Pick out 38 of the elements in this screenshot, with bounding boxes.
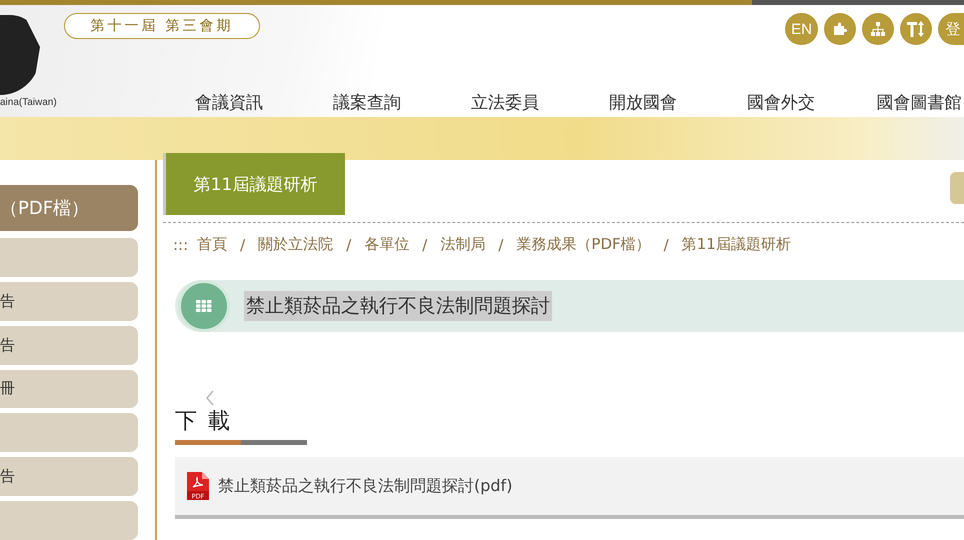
sidebar-item[interactable] <box>0 413 138 452</box>
sidebar-item[interactable]: 冊 <box>0 370 138 408</box>
sidebar-item[interactable]: 告 <box>0 326 138 365</box>
sidebar-item[interactable]: 告 <box>0 282 138 321</box>
download-heading: 下 載 <box>175 408 233 436</box>
session-badge: 第十一屆 第三會期 <box>64 13 260 39</box>
grid-icon <box>178 280 230 332</box>
download-link[interactable]: 禁止類菸品之執行不良法制問題探討(pdf) <box>218 476 512 496</box>
nav-link[interactable]: 議案查詢 <box>298 91 436 114</box>
breadcrumb-separator: / <box>345 236 352 254</box>
sidebar-item[interactable] <box>0 501 138 540</box>
nav-link[interactable]: 國會外交 <box>712 91 850 114</box>
nav-link[interactable]: 國會圖書館 <box>850 91 964 114</box>
logo-caption: aina(Taiwan) <box>0 97 57 108</box>
breadcrumb-separator: / <box>497 236 504 254</box>
breadcrumb-link[interactable]: 關於立法院 <box>258 235 334 254</box>
page-title: 第11屆議題研析 <box>163 153 345 215</box>
puzzle-icon[interactable] <box>824 13 856 45</box>
nav-link[interactable]: 開放國會 <box>574 91 712 114</box>
breadcrumb-separator: / <box>239 236 246 254</box>
chevron-left-icon[interactable] <box>205 390 215 406</box>
sidebar-item[interactable] <box>0 238 138 277</box>
nav-link[interactable]: 立法委員 <box>436 91 574 114</box>
sidebar-item[interactable]: （PDF檔） <box>0 185 138 231</box>
breadcrumb-link[interactable]: 第11屆議題研析 <box>682 235 791 254</box>
topic-title: 禁止類菸品之執行不良法制問題探討 <box>244 291 552 321</box>
font-size-icon[interactable] <box>900 13 932 45</box>
breadcrumb-marker: ::: <box>173 236 188 254</box>
side-tab[interactable] <box>950 172 964 204</box>
breadcrumb-separator: / <box>662 236 670 254</box>
sidebar-item[interactable]: 告 <box>0 457 138 496</box>
breadcrumb-link[interactable]: 首頁 <box>197 235 228 254</box>
breadcrumb-link[interactable]: 業務成果（PDF檔） <box>516 235 651 254</box>
breadcrumb-link[interactable]: 各單位 <box>364 235 410 254</box>
breadcrumb-link[interactable]: 法制局 <box>440 235 486 254</box>
sitemap-icon[interactable] <box>862 13 894 45</box>
nav-link[interactable]: 會議資訊 <box>160 91 298 114</box>
breadcrumb-separator: / <box>421 236 428 254</box>
